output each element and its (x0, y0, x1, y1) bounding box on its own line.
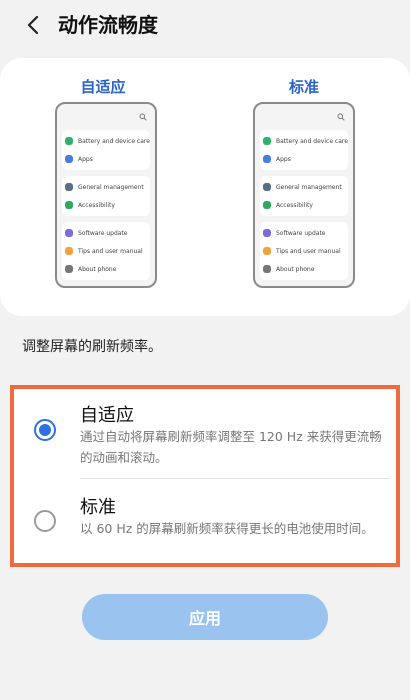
phone-preview-standard: Battery and device care Apps General man… (253, 102, 355, 288)
about-phone-icon (65, 265, 73, 273)
battery-icon (65, 137, 73, 145)
apps-icon (263, 155, 271, 163)
settings-group: Battery and device care Apps (260, 130, 348, 170)
general-management-icon (65, 183, 73, 191)
settings-group: Battery and device care Apps (62, 130, 150, 170)
tips-icon (65, 247, 73, 255)
settings-group: General management Accessibility (62, 176, 150, 216)
list-item: General management (65, 178, 147, 196)
list-item: Tips and user manual (65, 242, 147, 260)
settings-group: Software update Tips and user manual Abo… (62, 222, 150, 280)
list-item: Accessibility (263, 196, 345, 214)
top-bar: 动作流畅度 (0, 0, 410, 50)
accessibility-icon (263, 201, 271, 209)
accessibility-icon (65, 201, 73, 209)
settings-group: Software update Tips and user manual Abo… (260, 222, 348, 280)
preview-card: 自适应 标准 Battery and device care Apps Gene… (0, 58, 410, 316)
option-title-adaptive: 自适应 (80, 405, 134, 426)
refresh-rate-options: 自适应 通过自动将屏幕刷新频率调整至 120 Hz 来获得更流畅的动画和滚动。 … (10, 385, 400, 567)
option-title-standard: 标准 (80, 497, 116, 518)
radio-standard[interactable] (34, 510, 56, 532)
apply-button[interactable]: 应用 (82, 594, 328, 640)
list-item: Apps (65, 150, 147, 168)
preview-label-adaptive: 自适应 (80, 78, 126, 96)
software-update-icon (65, 229, 73, 237)
list-item: General management (263, 178, 345, 196)
software-update-icon (263, 229, 271, 237)
tips-icon (263, 247, 271, 255)
phone-preview-adaptive: Battery and device care Apps General man… (55, 102, 157, 288)
search-icon (337, 113, 345, 121)
radio-adaptive[interactable] (34, 419, 56, 441)
page-title: 动作流畅度 (58, 13, 158, 37)
battery-icon (263, 137, 271, 145)
list-item: Tips and user manual (263, 242, 345, 260)
list-item: Apps (263, 150, 345, 168)
list-item: Accessibility (65, 196, 147, 214)
list-item: Software update (263, 224, 345, 242)
list-item: Software update (65, 224, 147, 242)
search-icon (139, 113, 147, 121)
settings-group: General management Accessibility (260, 176, 348, 216)
list-item: About phone (65, 260, 147, 278)
refresh-rate-description: 调整屏幕的刷新频率。 (22, 339, 162, 355)
option-adaptive[interactable]: 自适应 通过自动将屏幕刷新频率调整至 120 Hz 来获得更流畅的动画和滚动。 (14, 389, 396, 478)
option-subtitle-standard: 以 60 Hz 的屏幕刷新频率获得更长的电池使用时间。 (80, 521, 374, 536)
list-item: Battery and device care (263, 132, 348, 150)
option-standard[interactable]: 标准 以 60 Hz 的屏幕刷新频率获得更长的电池使用时间。 (14, 479, 396, 567)
list-item: Battery and device care (65, 132, 150, 150)
about-phone-icon (263, 265, 271, 273)
list-item: About phone (263, 260, 345, 278)
general-management-icon (263, 183, 271, 191)
back-button[interactable] (18, 10, 48, 40)
apps-icon (65, 155, 73, 163)
preview-label-standard: 标准 (288, 78, 319, 96)
chevron-left-icon (27, 15, 39, 35)
option-subtitle-adaptive: 通过自动将屏幕刷新频率调整至 120 Hz 来获得更流畅的动画和滚动。 (80, 429, 382, 465)
